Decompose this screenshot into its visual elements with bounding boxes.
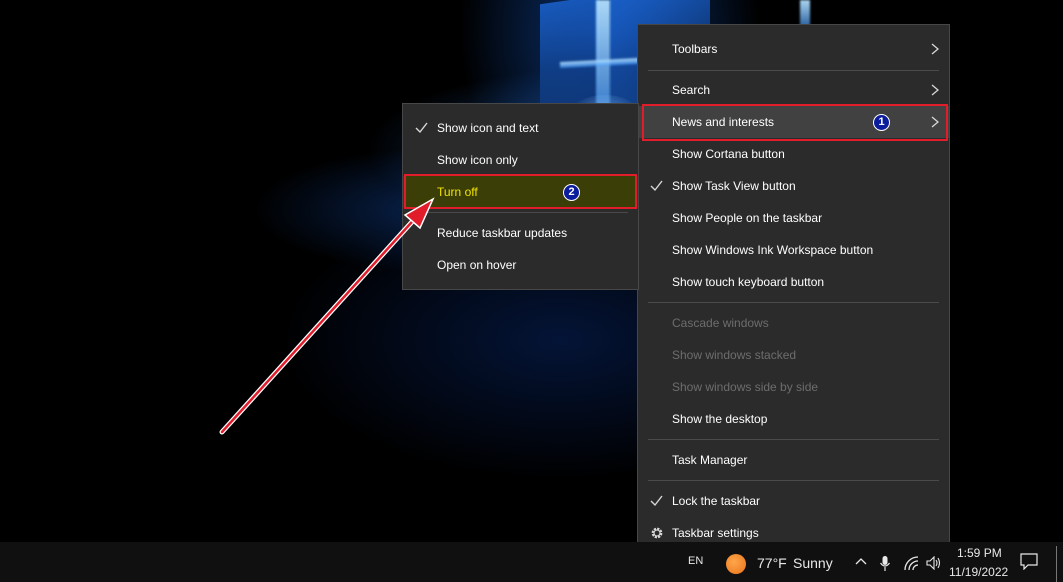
menu-item-lock-the-taskbar[interactable]: Lock the taskbar [638, 485, 949, 517]
submenu-item-open-on-hover[interactable]: Open on hover [403, 249, 638, 281]
menu-item-label: Task Manager [672, 453, 748, 467]
checkmark-icon [650, 495, 663, 507]
network-icon[interactable] [903, 555, 919, 571]
menu-item-show-windows-stacked: Show windows stacked [638, 339, 949, 371]
language-indicator[interactable]: EN [688, 555, 703, 567]
checkmark-icon [415, 122, 428, 134]
menu-item-show-the-desktop[interactable]: Show the desktop [638, 403, 949, 435]
menu-item-toolbars[interactable]: Toolbars [638, 33, 949, 65]
volume-icon[interactable] [926, 556, 941, 570]
menu-separator [648, 302, 939, 303]
menu-item-label: Show Task View button [672, 179, 796, 193]
chevron-up-icon[interactable] [855, 557, 867, 565]
submenu-item-show-icon-and-text[interactable]: Show icon and text [403, 112, 638, 144]
menu-item-label: Show icon and text [437, 121, 539, 135]
notification-icon[interactable] [1020, 553, 1038, 570]
show-desktop-button[interactable] [1056, 546, 1057, 582]
menu-item-show-people[interactable]: Show People on the taskbar [638, 202, 949, 234]
menu-item-label: Show windows stacked [672, 348, 797, 362]
menu-item-label: Cascade windows [672, 316, 769, 330]
weather-temperature[interactable]: 77°F [757, 555, 787, 571]
taskbar-context-menu: Toolbars Search News and interests 1 Sho… [637, 24, 950, 557]
menu-item-label: Toolbars [672, 42, 718, 56]
menu-item-show-touch-keyboard[interactable]: Show touch keyboard button [638, 266, 949, 298]
clock-date[interactable]: 11/19/2022 [949, 565, 1008, 579]
chevron-right-icon [931, 43, 939, 55]
menu-separator [413, 212, 628, 213]
gear-icon [651, 527, 663, 539]
weather-sun-icon[interactable] [726, 554, 746, 574]
menu-item-show-task-view-button[interactable]: Show Task View button [638, 170, 949, 202]
menu-item-task-manager[interactable]: Task Manager [638, 444, 949, 476]
menu-item-label: Lock the taskbar [672, 494, 761, 508]
menu-item-label: Show touch keyboard button [672, 275, 825, 289]
menu-item-search[interactable]: Search [638, 74, 949, 106]
microphone-icon[interactable] [879, 555, 891, 572]
menu-item-label: Show Windows Ink Workspace button [672, 243, 874, 257]
menu-item-cascade-windows: Cascade windows [638, 307, 949, 339]
chevron-right-icon [931, 84, 939, 96]
submenu-item-show-icon-only[interactable]: Show icon only [403, 144, 638, 176]
menu-item-label: Reduce taskbar updates [437, 226, 568, 240]
weather-description[interactable]: Sunny [793, 555, 833, 571]
annotation-highlight-box [404, 174, 637, 209]
menu-item-label: Show Cortana button [672, 147, 785, 161]
menu-item-label: Open on hover [437, 258, 517, 272]
menu-item-label: Search [672, 83, 711, 97]
clock-time[interactable]: 1:59 PM [957, 546, 1002, 560]
menu-separator [648, 480, 939, 481]
menu-item-label: Show icon only [437, 153, 518, 167]
menu-separator [648, 439, 939, 440]
menu-item-label: Show People on the taskbar [672, 211, 823, 225]
menu-item-show-cortana-button[interactable]: Show Cortana button [638, 138, 949, 170]
menu-item-label: Show the desktop [672, 412, 768, 426]
annotation-highlight-box [642, 104, 948, 141]
menu-item-show-windows-ink[interactable]: Show Windows Ink Workspace button [638, 234, 949, 266]
submenu-item-reduce-taskbar-updates[interactable]: Reduce taskbar updates [403, 217, 638, 249]
menu-item-label: Show windows side by side [672, 380, 819, 394]
menu-separator [648, 70, 939, 71]
news-and-interests-submenu: Show icon and text Show icon only Turn o… [402, 103, 639, 290]
checkmark-icon [650, 180, 663, 192]
menu-item-show-windows-side-by-side: Show windows side by side [638, 371, 949, 403]
